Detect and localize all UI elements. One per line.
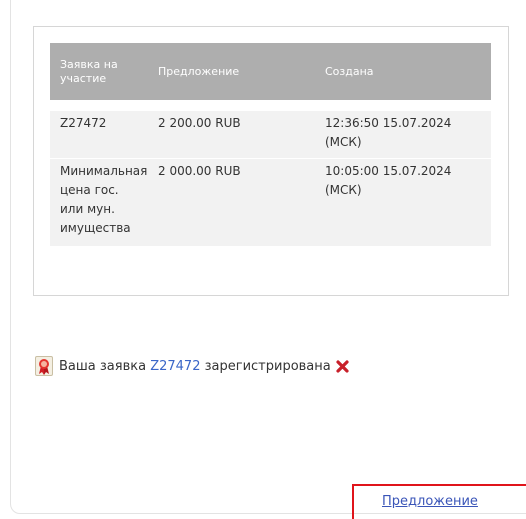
cell-application-id: Минимальная цена гос. или мун. имущества xyxy=(50,158,148,246)
column-header-offer: Предложение xyxy=(148,43,315,100)
cell-application-id: Z27472 xyxy=(50,111,148,159)
bids-table: Заявка на участие Предложение Создана Z2… xyxy=(50,43,491,246)
table-row: Минимальная цена гос. или мун. имущества… xyxy=(50,158,491,246)
cell-created: 12:36:50 15.07.2024 (МСК) xyxy=(315,111,491,159)
ribbon-award-icon xyxy=(35,356,53,376)
cell-offer: 2 200.00 RUB xyxy=(148,111,315,159)
table-header-row: Заявка на участие Предложение Создана xyxy=(50,43,491,100)
page: Заявка на участие Предложение Создана Z2… xyxy=(0,0,526,519)
column-header-application: Заявка на участие xyxy=(50,43,148,100)
close-icon[interactable] xyxy=(336,359,349,373)
notice-suffix: зарегистрирована xyxy=(204,358,331,374)
cell-created: 10:05:00 15.07.2024 (МСК) xyxy=(315,158,491,246)
bid-id-link[interactable]: Z27472 xyxy=(150,359,200,374)
table-row: Z27472 2 200.00 RUB 12:36:50 15.07.2024 … xyxy=(50,111,491,159)
column-header-created: Создана xyxy=(315,43,491,100)
offer-link[interactable]: Предложение xyxy=(382,494,478,509)
cell-offer: 2 000.00 RUB xyxy=(148,158,315,246)
bids-table-container: Заявка на участие Предложение Создана Z2… xyxy=(33,26,509,296)
notice-prefix: Ваша заявка xyxy=(59,358,147,374)
registration-notice: Ваша заявка Z27472 зарегистрирована xyxy=(35,356,349,376)
table-spacer xyxy=(50,100,491,111)
offer-link-highlight: Предложение xyxy=(352,484,526,519)
